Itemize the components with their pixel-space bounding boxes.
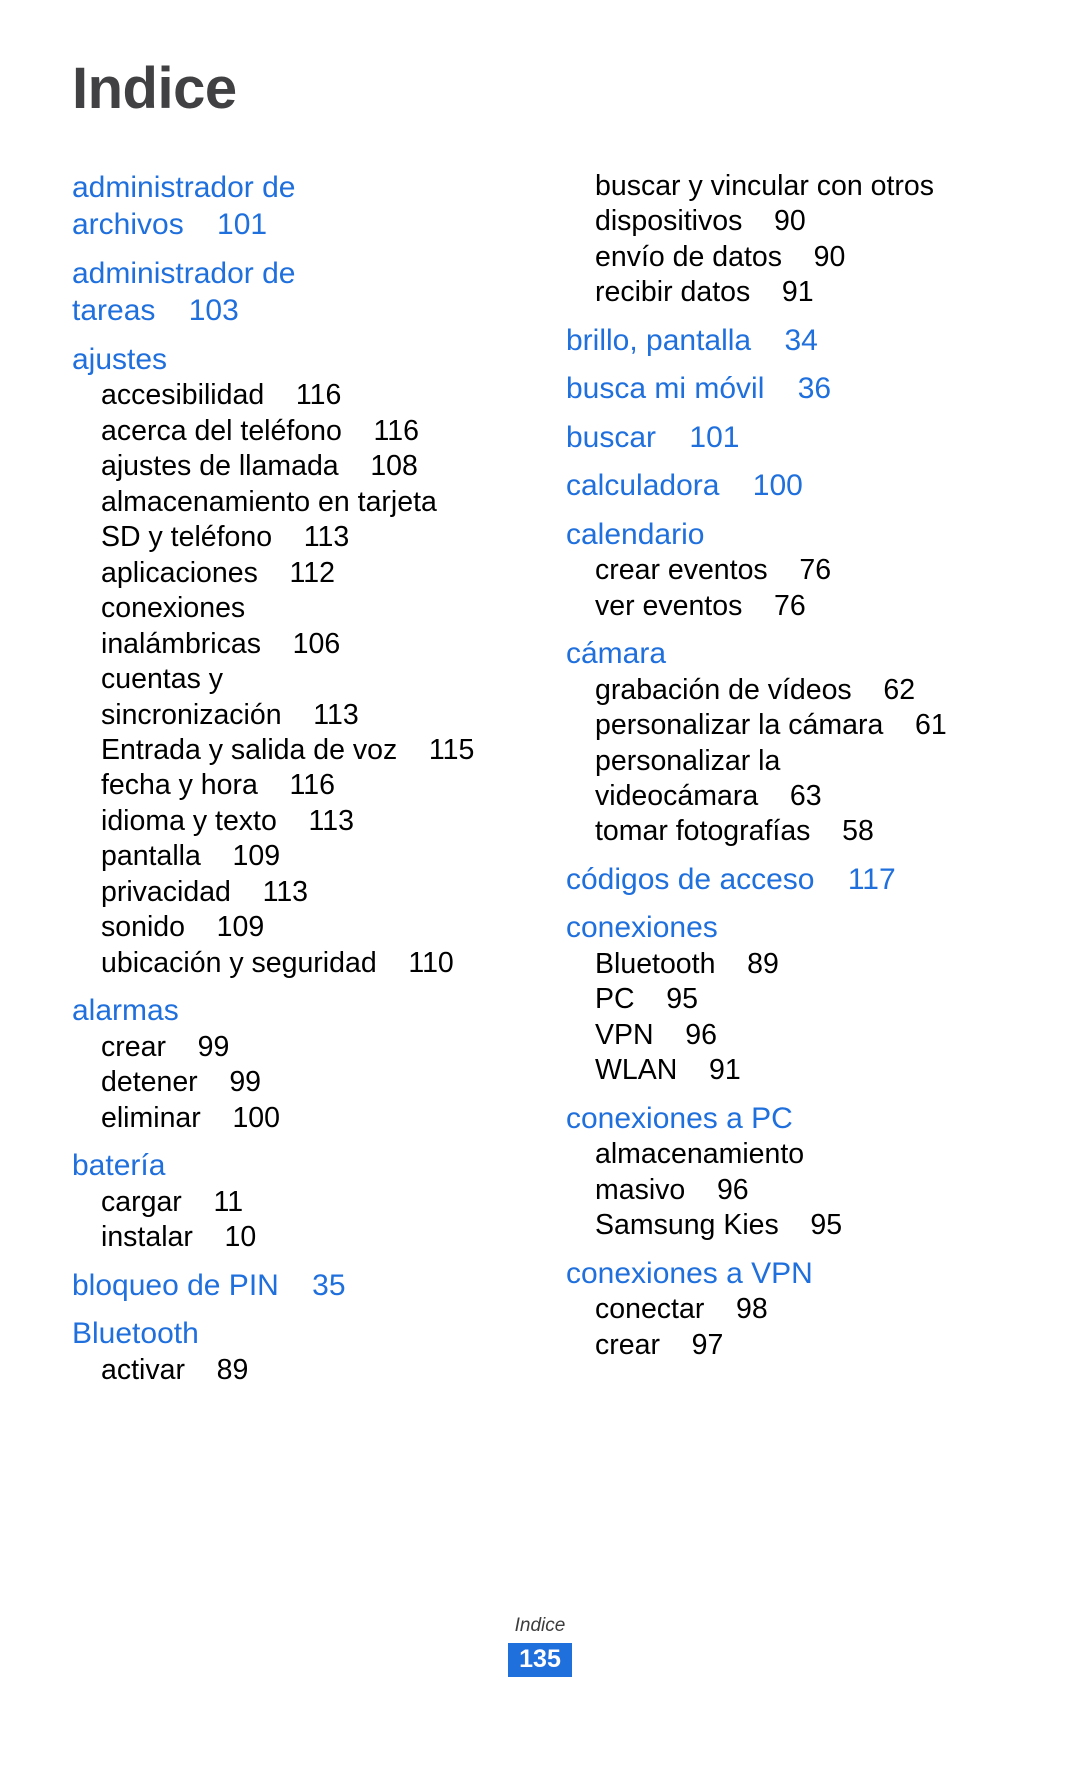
index-subentry: grabación de vídeos 62 (595, 673, 916, 706)
index-heading: administrador de archivos 101 (72, 170, 296, 242)
index-subentry: ubicación y seguridad 110 (101, 946, 454, 979)
index-subentry: buscar y vincular con otros dispositivos… (595, 169, 934, 238)
index-subentry: personalizar la videocámara 63 (595, 744, 822, 813)
index-heading: brillo, pantalla 34 (566, 323, 818, 357)
index-heading: ajustes (72, 342, 168, 376)
index-subentry: Samsung Kies 95 (595, 1209, 843, 1242)
index-subentry: crear 97 (595, 1328, 724, 1361)
index-heading: administrador de tareas 103 (72, 256, 296, 328)
index-heading: busca mi móvil 36 (566, 372, 832, 406)
index-subentry: eliminar 100 (101, 1101, 281, 1134)
index-columns: administrador de archivos 101 administrad… (72, 169, 1008, 1388)
index-subentry: Bluetooth 89 (595, 947, 779, 980)
index-subentry: pantalla 109 (101, 840, 281, 873)
index-subentry: aplicaciones 112 (101, 556, 335, 589)
index-heading: Bluetooth (72, 1317, 199, 1351)
index-subentry: WLAN 91 (595, 1054, 741, 1087)
index-subentry: personalizar la cámara 61 (595, 709, 947, 742)
index-heading: conexiones a PC (566, 1101, 793, 1135)
index-subentry: crear eventos 76 (595, 554, 832, 587)
index-subentry: conexiones inalámbricas 106 (101, 592, 341, 660)
index-subentry: idioma y texto 113 (101, 804, 354, 837)
index-subentry: cuentas y sincronización 113 (101, 663, 359, 731)
index-subentry: activar 89 (101, 1353, 249, 1386)
index-subentry: crear 99 (101, 1030, 230, 1063)
index-heading: calendario (566, 517, 705, 551)
index-subentry: almacenamiento masivo 96 (595, 1138, 805, 1206)
index-subentry: almacenamiento en tarjeta SD y teléfono … (101, 485, 437, 554)
index-subentry: ver eventos 76 (595, 589, 806, 622)
index-subentry: fecha y hora 116 (101, 769, 335, 802)
index-subentry: ajustes de llamada 108 (101, 450, 418, 483)
index-heading: cámara (566, 637, 667, 671)
index-heading: calculadora 100 (566, 469, 803, 503)
footer-page-number: 135 (508, 1642, 572, 1677)
index-subentry: envío de datos 90 (595, 240, 846, 273)
index-subentry: instalar 10 (101, 1221, 257, 1254)
index-heading: conexiones a VPN (566, 1256, 813, 1290)
index-subentry: VPN 96 (595, 1018, 717, 1051)
index-subentry: Entrada y salida de voz 115 (101, 733, 475, 766)
index-subentry: cargar 11 (101, 1185, 244, 1218)
index-subentry: privacidad 113 (101, 875, 309, 908)
index-heading: alarmas (72, 994, 179, 1028)
index-subentry: recibir datos 91 (595, 276, 814, 309)
index-heading: códigos de acceso 117 (566, 862, 896, 896)
page-title: Indice (72, 56, 237, 121)
index-heading: conexiones (566, 911, 718, 945)
page-footer: Indice 135 (0, 1614, 1080, 1677)
index-heading: batería (72, 1149, 166, 1183)
index-column-left: administrador de archivos 101 administrad… (72, 169, 540, 1388)
index-heading: buscar 101 (566, 420, 740, 454)
index-subentry: accesibilidad 116 (101, 379, 342, 412)
index-page: Indice administrador de archivos 101 admi… (0, 0, 1080, 1771)
index-heading: bloqueo de PIN 35 (72, 1268, 346, 1302)
index-subentry: detener 99 (101, 1066, 262, 1099)
index-subentry: sonido 109 (101, 911, 265, 944)
index-column-right: buscar y vincular con otros dispositivos… (540, 169, 1008, 1363)
index-subentry: PC 95 (595, 983, 698, 1016)
index-subentry: acerca del teléfono 116 (101, 414, 419, 447)
footer-section-label: Indice (514, 1614, 566, 1636)
index-subentry: tomar fotografías 58 (595, 815, 874, 848)
index-subentry: conectar 98 (595, 1293, 768, 1326)
